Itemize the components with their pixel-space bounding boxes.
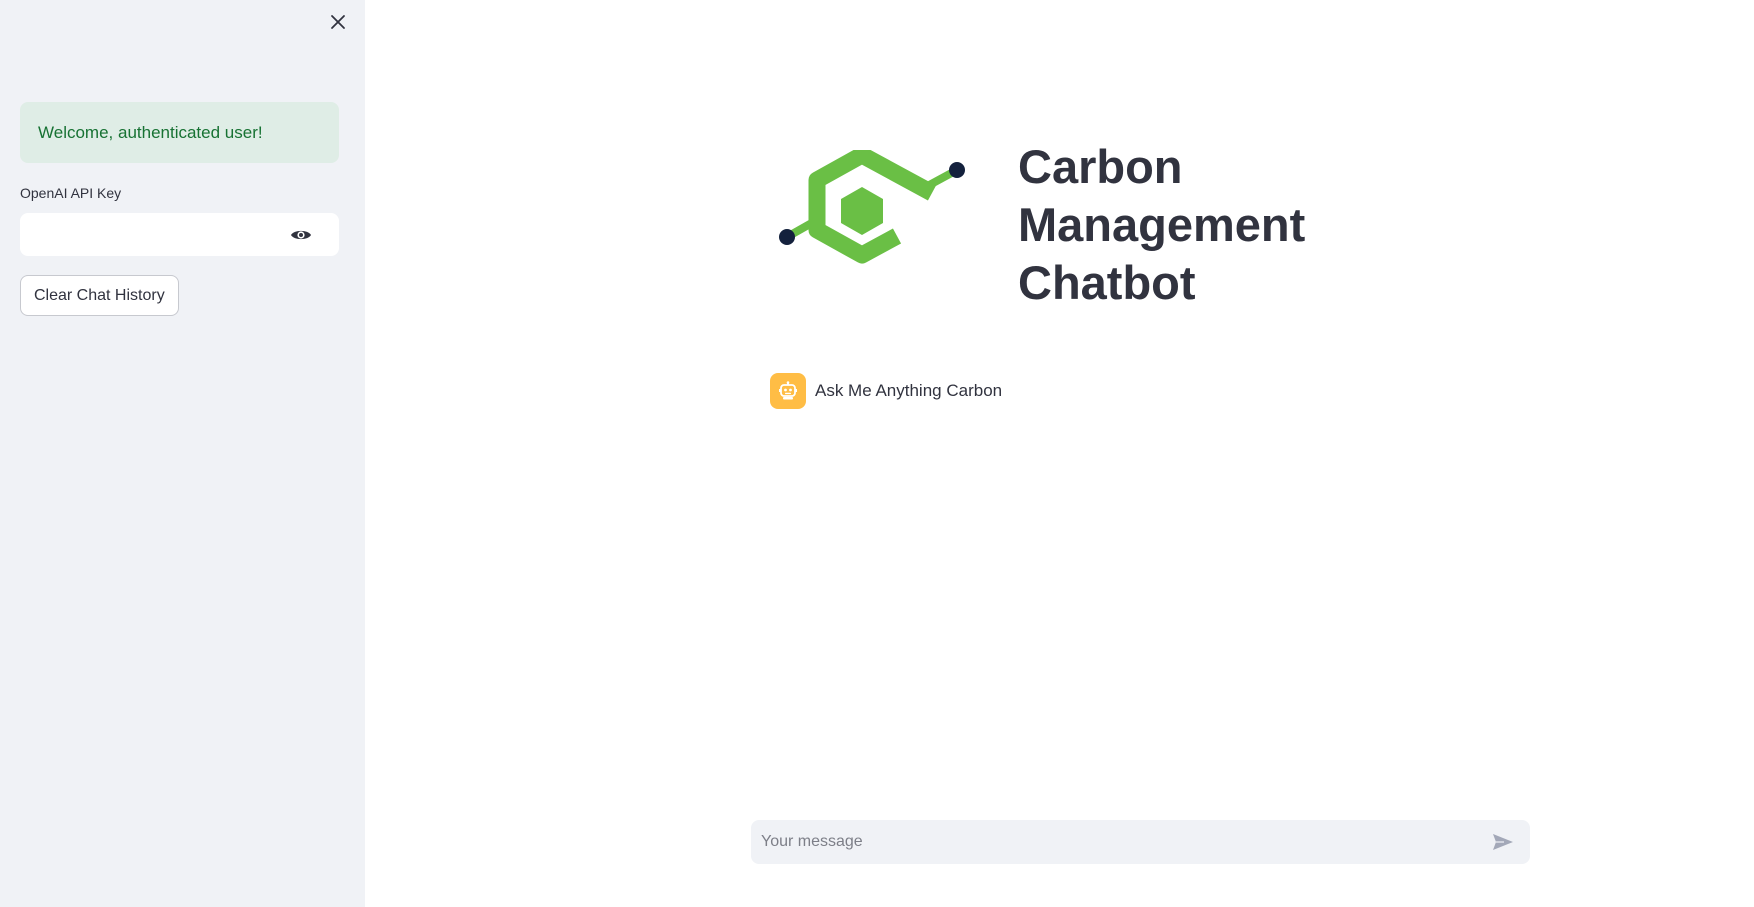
chat-input-bar [751,820,1530,864]
close-icon [331,15,345,29]
api-key-field [20,213,339,256]
welcome-alert: Welcome, authenticated user! [20,102,339,163]
send-icon [1493,834,1513,850]
api-key-input[interactable] [20,213,280,256]
sidebar: Welcome, authenticated user! OpenAI API … [0,0,365,907]
chat-message-input[interactable] [751,820,1471,864]
robot-icon [779,381,797,400]
chat-message-assistant: Ask Me Anything Carbon [770,373,1002,409]
chat-message-text: Ask Me Anything Carbon [815,381,1003,400]
carbon-logo [779,150,965,264]
show-password-toggle[interactable] [288,222,314,248]
welcome-message: Welcome, authenticated user! [38,122,263,142]
clear-chat-history-button[interactable]: Clear Chat History [20,275,179,316]
main-content: Carbon Management Chatbot Ask Me Anythin… [365,0,1754,907]
api-key-label: OpenAI API Key [20,185,122,201]
close-sidebar-button[interactable] [324,8,352,36]
page-title: Carbon Management Chatbot [1018,140,1306,309]
eye-icon [291,230,311,240]
send-button[interactable] [1489,830,1517,854]
assistant-avatar [770,373,806,409]
app-root: Welcome, authenticated user! OpenAI API … [0,0,1754,907]
